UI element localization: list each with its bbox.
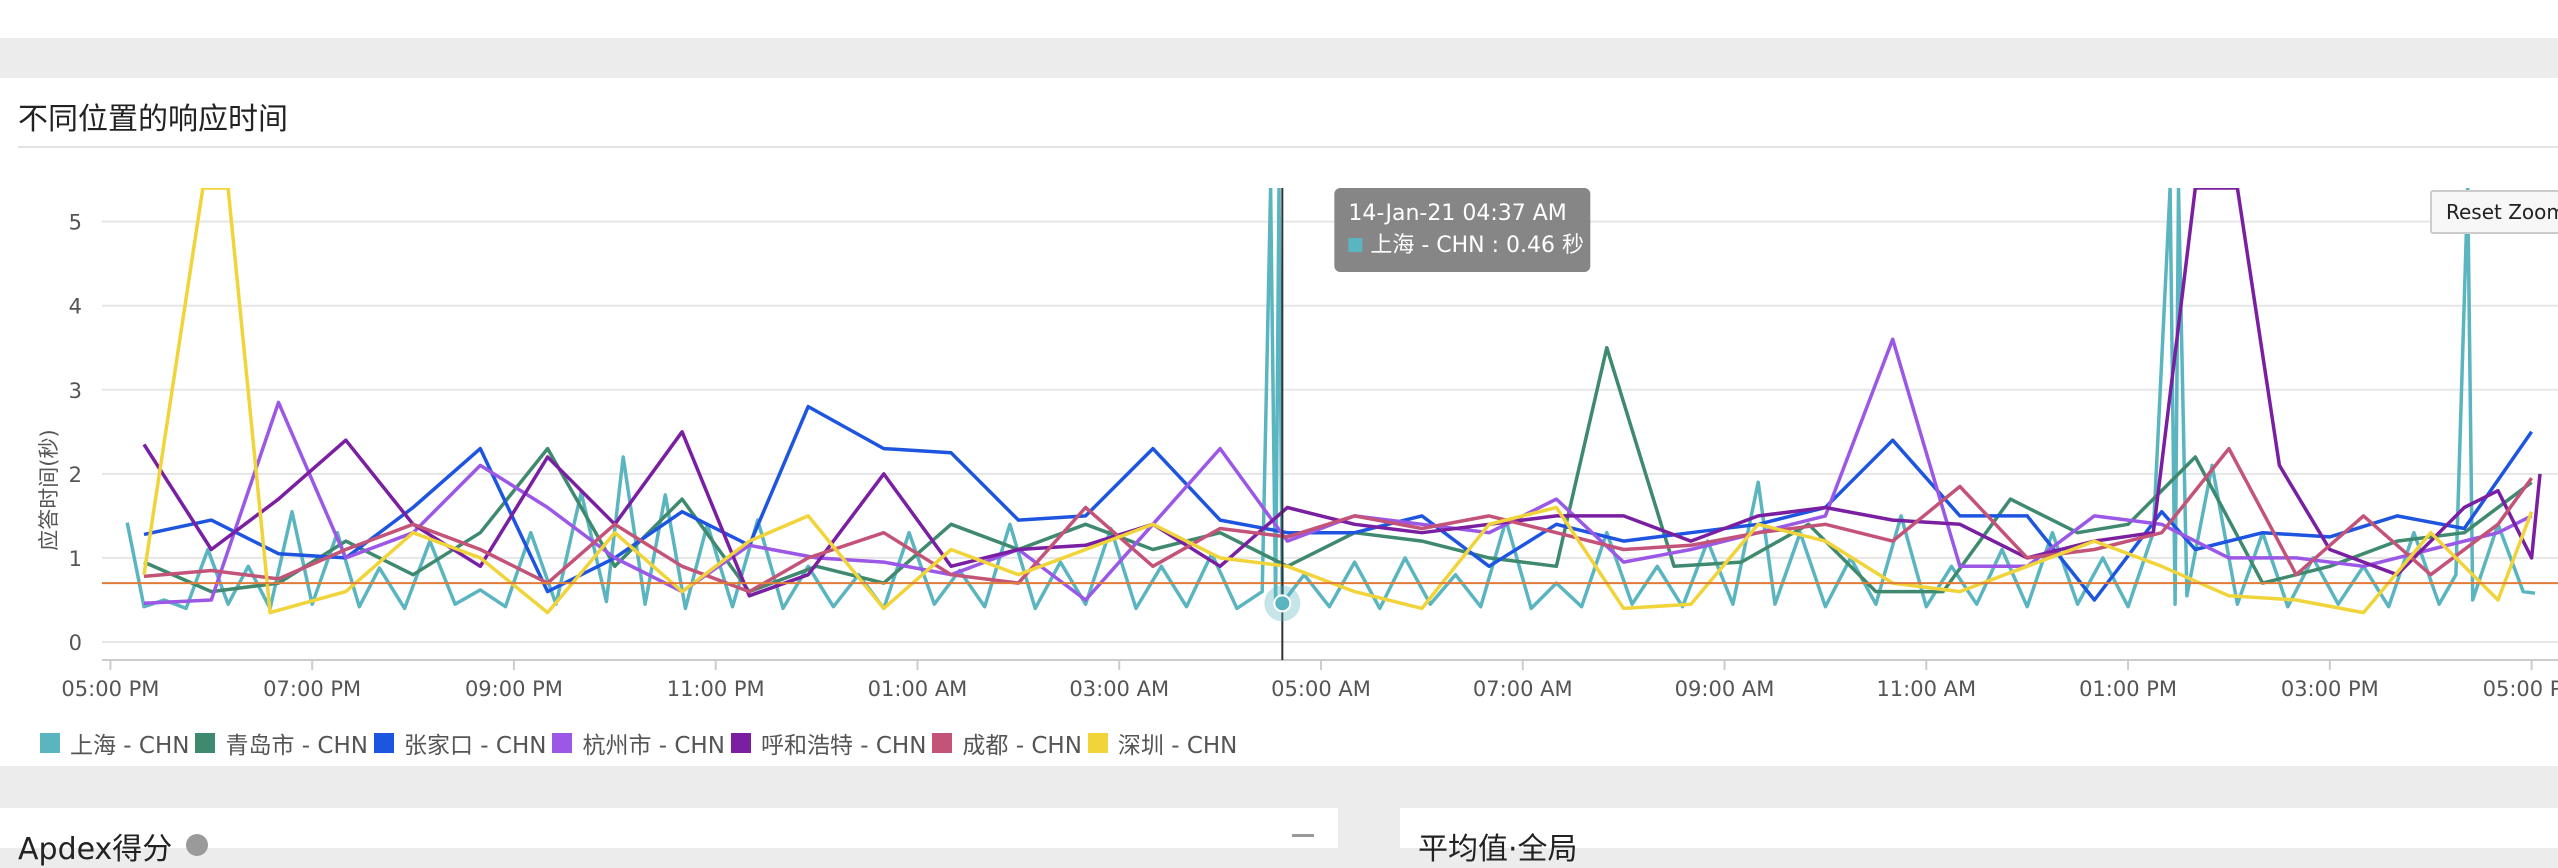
legend-item[interactable]: 青岛市 - CHN — [195, 726, 368, 760]
apdex-card-title: Apdex得分 — [18, 832, 173, 867]
x-tick-label: 05:00 PM — [2483, 677, 2558, 701]
x-tick-label: 07:00 PM — [263, 677, 361, 701]
legend-swatch — [1087, 733, 1108, 753]
legend-swatch — [730, 733, 751, 753]
x-tick-label: 05:00 AM — [1271, 677, 1371, 701]
tooltip-value: 上海 - CHN : 0.46 秒 — [1370, 233, 1584, 258]
legend-item[interactable]: 深圳 - CHN — [1087, 726, 1238, 760]
y-tick-label: 4 — [69, 295, 82, 319]
legend-label: 张家口 - CHN — [403, 733, 547, 759]
average-card-title: 平均值·全局 — [1418, 832, 1578, 867]
legend-label: 青岛市 - CHN — [225, 733, 368, 759]
legend-label: 杭州市 - CHN — [582, 733, 725, 759]
y-tick-label: 1 — [69, 547, 82, 571]
legend-swatch — [40, 733, 60, 753]
chart-tooltip: 14-Jan-21 04:37 AM 上海 - CHN : 0.46 秒 — [1334, 188, 1591, 272]
x-tick-label: 09:00 AM — [1675, 677, 1775, 701]
x-tick-label: 03:00 PM — [2281, 677, 2379, 701]
legend-label: 成都 - CHN — [962, 733, 1082, 759]
x-tick-label: 07:00 AM — [1473, 677, 1573, 701]
x-tick-label: 01:00 PM — [2079, 677, 2177, 701]
reset-zoom-button[interactable]: Reset Zoom — [2430, 190, 2558, 234]
legend-item[interactable]: 上海 - CHN — [40, 726, 189, 760]
legend-label: 呼和浩特 - CHN — [760, 733, 927, 759]
y-tick-label: 3 — [69, 379, 82, 403]
chart-legend[interactable]: 上海 - CHN 青岛市 - CHN 张家口 - CHN 杭州市 - CHN 呼和浩特 … — [40, 726, 1243, 760]
legend-label: 深圳 - CHN — [1117, 733, 1238, 759]
y-tick-label: 2 — [69, 463, 82, 487]
y-tick-label: 0 — [69, 631, 82, 655]
card-divider — [18, 146, 2558, 148]
top-strip — [0, 0, 2558, 38]
legend-label: 上海 - CHN — [70, 733, 190, 759]
legend-swatch — [373, 733, 394, 753]
x-tick-label: 03:00 AM — [1069, 677, 1169, 701]
y-axis-label: 应答时间(秒) — [37, 429, 61, 550]
hover-point — [1273, 594, 1292, 613]
series-lines[interactable] — [125, 188, 2542, 615]
legend-item[interactable]: 杭州市 - CHN — [552, 726, 725, 760]
legend-swatch — [932, 733, 953, 753]
x-tick-label: 11:00 AM — [1876, 677, 1976, 701]
y-tick-label: 5 — [69, 211, 82, 235]
response-time-chart[interactable]: 0 1 2 3 4 5 05:00 PM 07:00 PM 09:00 PM 11:00 PM 01… — [0, 160, 2558, 720]
help-icon[interactable] — [186, 834, 208, 856]
menu-icon[interactable] — [1292, 834, 1314, 837]
x-tick-label: 11:00 PM — [667, 677, 765, 701]
tooltip-time: 14-Jan-21 04:37 AM — [1348, 201, 1566, 226]
legend-item[interactable]: 呼和浩特 - CHN — [730, 726, 927, 760]
x-tick-label: 05:00 PM — [61, 677, 159, 701]
x-tick-label: 01:00 AM — [868, 677, 968, 701]
x-tick-label: 09:00 PM — [465, 677, 563, 701]
legend-swatch — [552, 733, 573, 753]
legend-item[interactable]: 成都 - CHN — [932, 726, 1082, 760]
card-title: 不同位置的响应时间 — [18, 102, 288, 137]
tooltip-swatch — [1348, 238, 1363, 252]
legend-swatch — [195, 733, 216, 753]
legend-item[interactable]: 张家口 - CHN — [373, 726, 547, 760]
